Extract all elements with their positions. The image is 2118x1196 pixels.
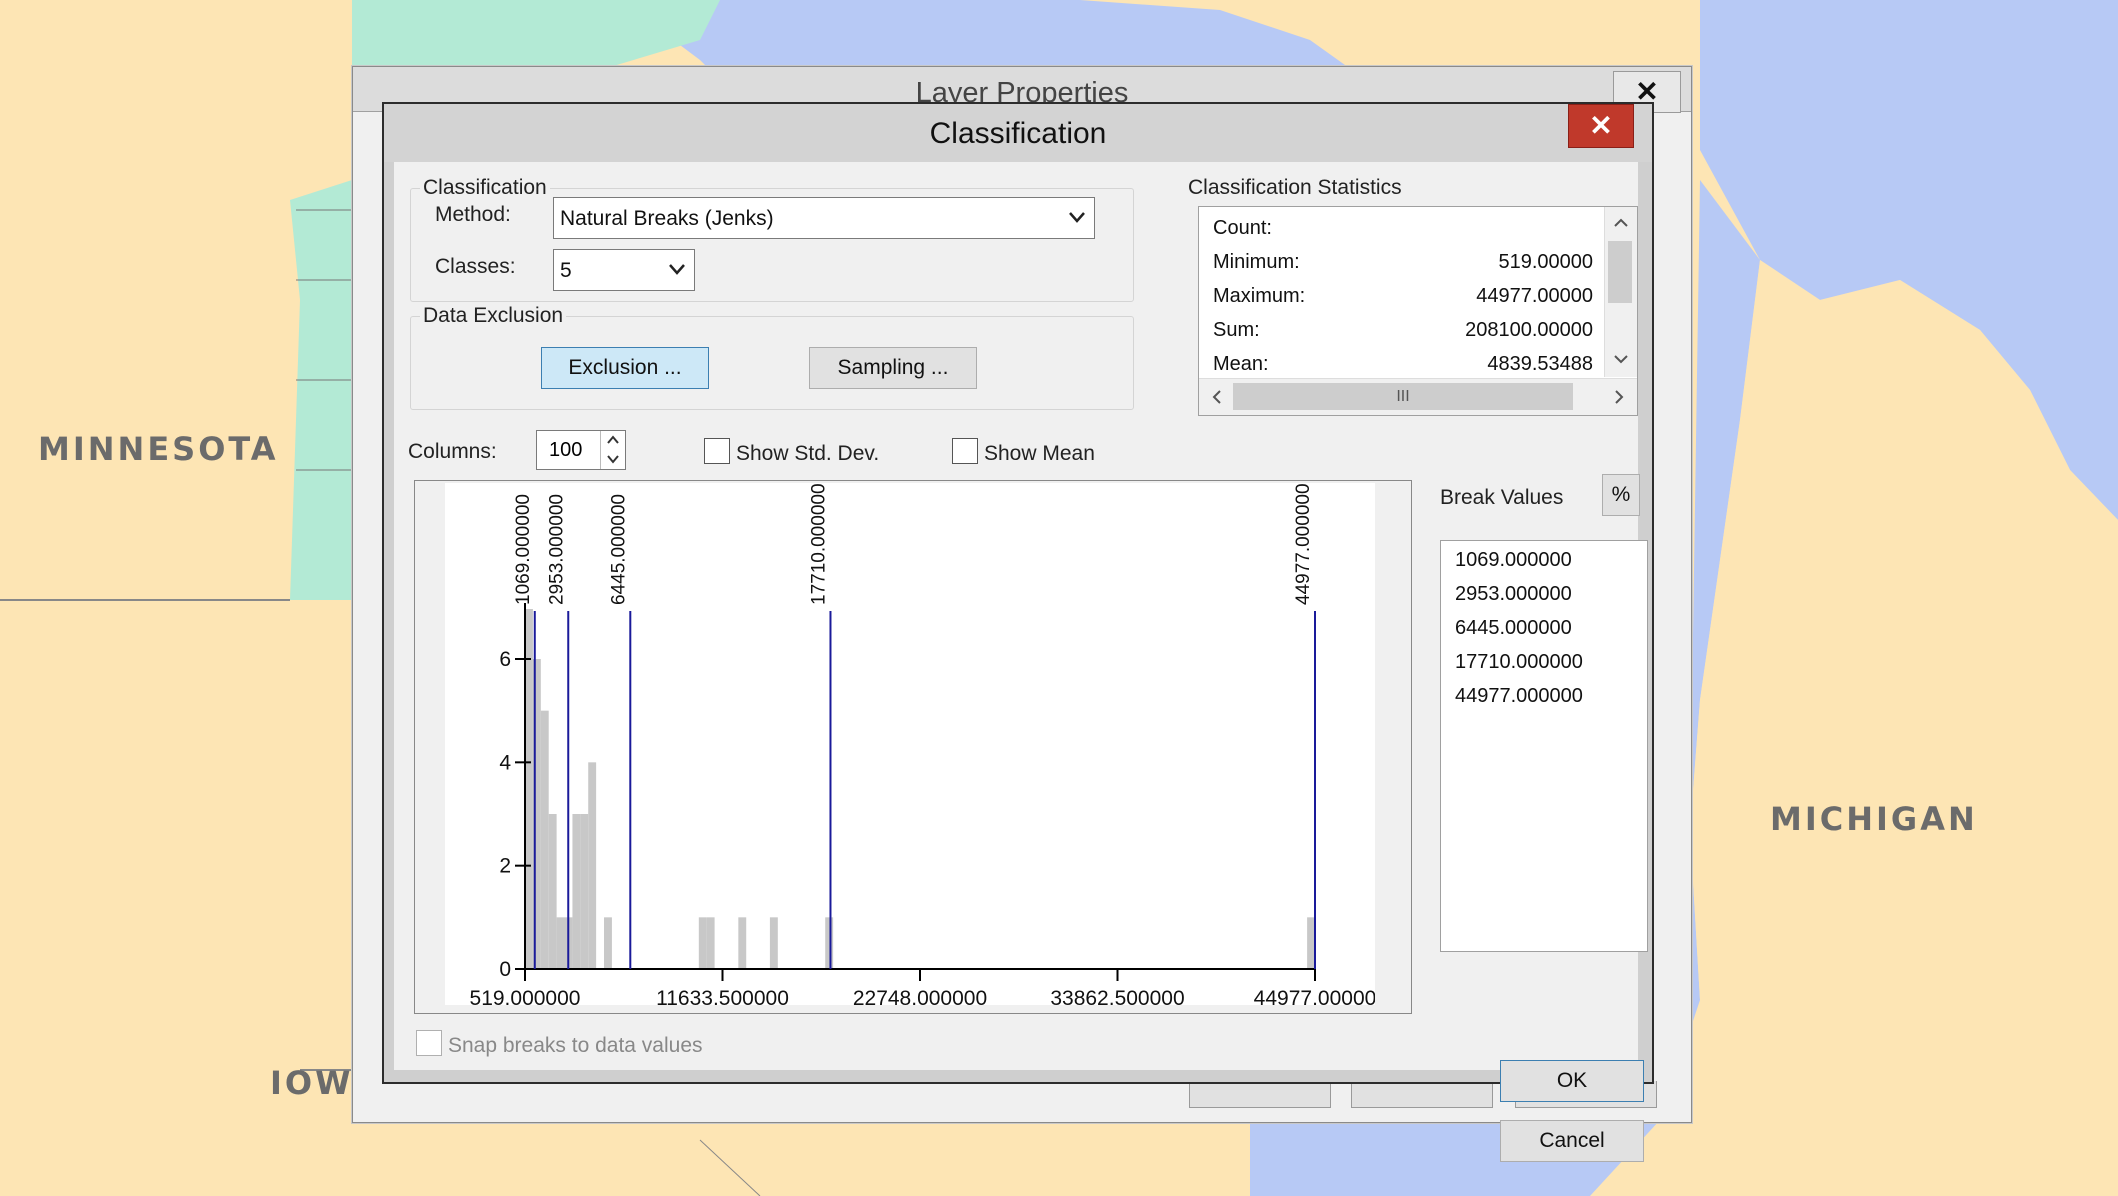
classification-group-label: Classification: [420, 176, 550, 200]
histogram-bar: [525, 609, 533, 969]
stats-row: Count:: [1213, 217, 1593, 250]
sampling-button[interactable]: Sampling ...: [809, 347, 977, 389]
columns-spinner[interactable]: 100: [536, 430, 626, 470]
snap-breaks-checkbox[interactable]: [416, 1030, 442, 1056]
chevron-up-icon[interactable]: [1611, 213, 1631, 233]
break-line-label: 17710.000000: [808, 483, 829, 605]
histogram-bar: [706, 917, 715, 969]
break-value-item[interactable]: 17710.000000: [1455, 651, 1583, 674]
break-value-item[interactable]: 6445.000000: [1455, 617, 1572, 640]
stats-row-value: 44977.00000: [1476, 285, 1593, 307]
vertical-scrollbar[interactable]: [1604, 207, 1637, 377]
horizontal-scrollbar[interactable]: III: [1199, 378, 1637, 415]
classification-dialog: Classification ✕ Classification Method: …: [382, 102, 1654, 1162]
show-std-dev-label[interactable]: Show Std. Dev.: [736, 442, 879, 466]
histogram-area[interactable]: 0 2 4 6 519.000000 11633.500000 22748.000000 33…: [445, 483, 1377, 1010]
stats-row-label: Sum:: [1213, 319, 1260, 341]
stats-row-label: Minimum:: [1213, 251, 1300, 273]
break-value-item[interactable]: 2953.000000: [1455, 583, 1572, 606]
histogram-bar: [572, 814, 581, 969]
columns-label: Columns:: [408, 440, 497, 463]
classification-statistics-list[interactable]: Count: Minimum: 519.00000 Maximum: 44977.000…: [1198, 206, 1638, 416]
percent-button[interactable]: %: [1602, 474, 1640, 516]
stats-row-label: Mean:: [1213, 353, 1269, 375]
data-exclusion-group-label: Data Exclusion: [420, 304, 567, 328]
x-tick-label: 519.000000: [470, 987, 581, 1005]
columns-value[interactable]: 100: [549, 439, 582, 462]
histogram-bar: [698, 917, 707, 969]
histogram-bar: [825, 917, 834, 969]
break-values-list[interactable]: 1069.000000 2953.000000 6445.000000 17710.0…: [1440, 540, 1648, 952]
classification-statistics-label: Classification Statistics: [1185, 176, 1405, 200]
minnesota-label: MINNESOTA: [38, 430, 279, 468]
x-tick-label: 11633.500000: [656, 987, 789, 1005]
dialog-title: Classification: [929, 117, 1107, 150]
exclusion-button[interactable]: Exclusion ...: [541, 347, 709, 389]
break-line-label: 2953.000000: [546, 494, 567, 605]
histogram-bar: [604, 917, 612, 969]
spinner-buttons[interactable]: [600, 431, 625, 469]
histogram-bar: [548, 814, 557, 969]
break-line-label: 1069.000000: [513, 494, 534, 605]
show-mean-checkbox[interactable]: [952, 438, 978, 464]
snap-breaks-label: Snap breaks to data values: [448, 1034, 703, 1057]
method-label: Method:: [435, 203, 511, 226]
cancel-button[interactable]: Cancel: [1500, 1120, 1644, 1162]
stats-row-value: 208100.00000: [1465, 319, 1593, 341]
chevron-down-icon: [669, 264, 685, 275]
hidden-button: [1189, 1081, 1331, 1108]
break-value-item[interactable]: 44977.000000: [1455, 685, 1583, 708]
chevron-left-icon[interactable]: [1207, 387, 1227, 407]
break-values-label: Break Values: [1440, 486, 1564, 509]
y-tick-label: 6: [499, 648, 511, 671]
y-tick-label: 2: [499, 855, 511, 878]
scrollbar-thumb[interactable]: [1608, 241, 1632, 303]
close-icon[interactable]: ✕: [1568, 104, 1634, 148]
michigan-label: MICHIGAN: [1770, 800, 1978, 838]
classes-dropdown[interactable]: 5: [553, 249, 695, 291]
histogram-bar: [738, 917, 747, 969]
histogram-bar: [580, 814, 589, 969]
classes-label: Classes:: [435, 255, 516, 278]
classes-value: 5: [560, 259, 572, 282]
histogram-bar: [1307, 917, 1316, 969]
break-line-label: 6445.000000: [608, 494, 629, 605]
histogram-bar: [556, 917, 565, 969]
scrollbar-thumb[interactable]: III: [1233, 383, 1573, 410]
stats-row-label: Count:: [1213, 217, 1272, 239]
method-dropdown[interactable]: Natural Breaks (Jenks): [553, 197, 1095, 239]
show-mean-label[interactable]: Show Mean: [984, 442, 1095, 466]
hidden-button: [1351, 1081, 1493, 1108]
stats-row-value: 519.00000: [1498, 251, 1593, 273]
method-value: Natural Breaks (Jenks): [560, 207, 774, 230]
ok-button[interactable]: OK: [1500, 1060, 1644, 1102]
break-value-item[interactable]: 1069.000000: [1455, 549, 1572, 572]
chevron-down-icon[interactable]: [1611, 349, 1631, 369]
x-tick-label: 22748.000000: [853, 987, 987, 1005]
y-tick-label: 4: [499, 751, 511, 774]
stats-row: Minimum: 519.00000: [1213, 251, 1593, 284]
chevron-down-icon: [1069, 212, 1085, 223]
stats-row: Sum: 208100.00000: [1213, 319, 1593, 352]
chevron-up-icon[interactable]: [605, 433, 621, 447]
histogram-bar: [769, 917, 778, 969]
stats-row-value: 4839.53488: [1487, 353, 1593, 375]
data-exclusion-group: Data Exclusion Exclusion ... Sampling ..…: [410, 304, 1134, 410]
chevron-down-icon[interactable]: [605, 452, 621, 466]
stats-row: Maximum: 44977.00000: [1213, 285, 1593, 318]
histogram-bar: [588, 762, 597, 969]
dialog-client: Classification Method: Natural Breaks (J…: [394, 162, 1648, 1162]
histogram-bar: [540, 710, 549, 969]
x-tick-label: 44977.00000: [1254, 987, 1375, 1005]
histogram-panel: 0 2 4 6 519.000000 11633.500000 22748.000000 33…: [414, 480, 1412, 1014]
classification-group: Classification Method: Natural Breaks (J…: [410, 176, 1134, 302]
histogram-chart[interactable]: 0 2 4 6 519.000000 11633.500000 22748.000000 33…: [445, 483, 1377, 1010]
x-tick-label: 33862.500000: [1050, 987, 1184, 1005]
show-std-dev-checkbox[interactable]: [704, 438, 730, 464]
stats-row-label: Maximum:: [1213, 285, 1306, 307]
chevron-right-icon[interactable]: [1609, 387, 1629, 407]
y-tick-label: 0: [499, 958, 511, 981]
break-line-label: 44977.000000: [1293, 483, 1314, 605]
dialog-titlebar: Classification ✕: [384, 104, 1652, 162]
